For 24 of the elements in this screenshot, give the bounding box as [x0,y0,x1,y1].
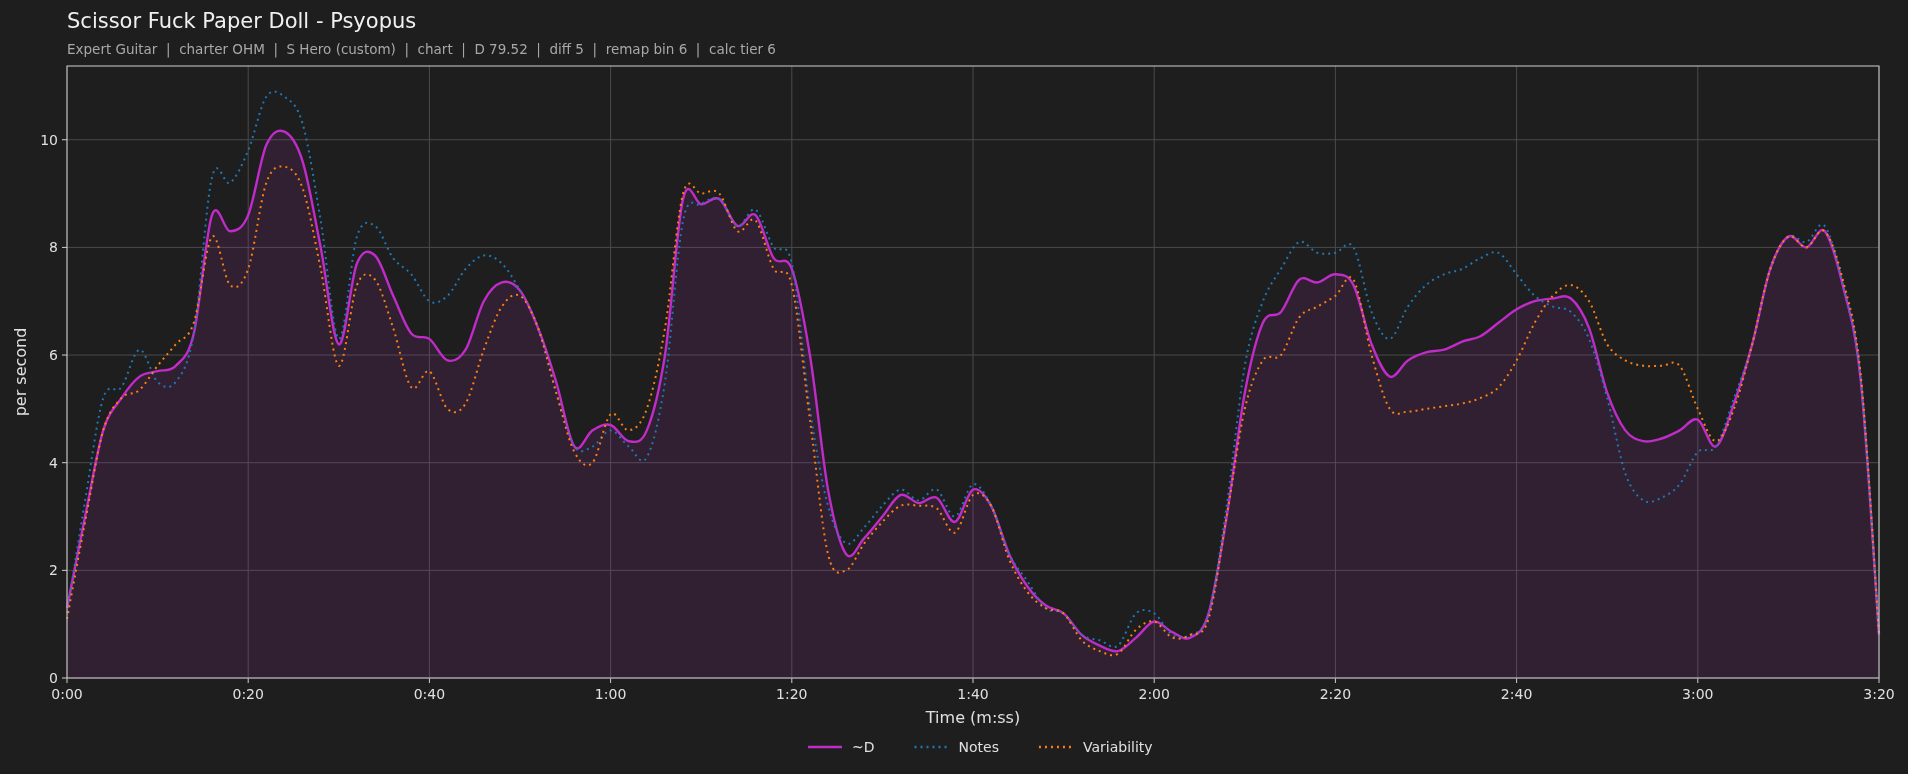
x-tick-label: 0:40 [413,686,446,702]
x-tick-label: 0:20 [232,686,264,702]
legend-label: Notes [958,739,999,755]
y-tick-label: 2 [49,562,58,579]
x-axis-label: Time (m:ss) [925,708,1021,727]
x-tick-label: 0:00 [51,686,83,702]
x-tick-label: 3:20 [1863,686,1895,702]
y-tick-label: 10 [40,131,58,148]
x-tick-label: 2:20 [1319,686,1352,702]
y-tick-label: 8 [49,239,58,256]
x-tick-label: 2:00 [1138,686,1170,702]
x-tick-label: 2:40 [1500,686,1533,702]
y-tick-label: 4 [49,454,58,471]
y-tick-label: 6 [49,347,58,364]
chart-title: Scissor Fuck Paper Doll - Psyopus [67,8,417,34]
y-tick-label: 0 [49,670,58,686]
x-tick-label: 1:20 [776,686,808,702]
x-tick-label: 1:00 [594,686,627,702]
legend-label: ~D [852,739,875,755]
x-tick-label: 3:00 [1682,686,1714,702]
chart-subtitle: Expert Guitar | charter OHM | S Hero (custom) | chart | D 79.52 | diff 5 | remap bin 6 | calc tier 6 [67,40,776,59]
legend-label: Variability [1082,739,1153,755]
x-tick-label: 1:40 [957,686,989,702]
y-axis-label: per second [11,327,30,417]
